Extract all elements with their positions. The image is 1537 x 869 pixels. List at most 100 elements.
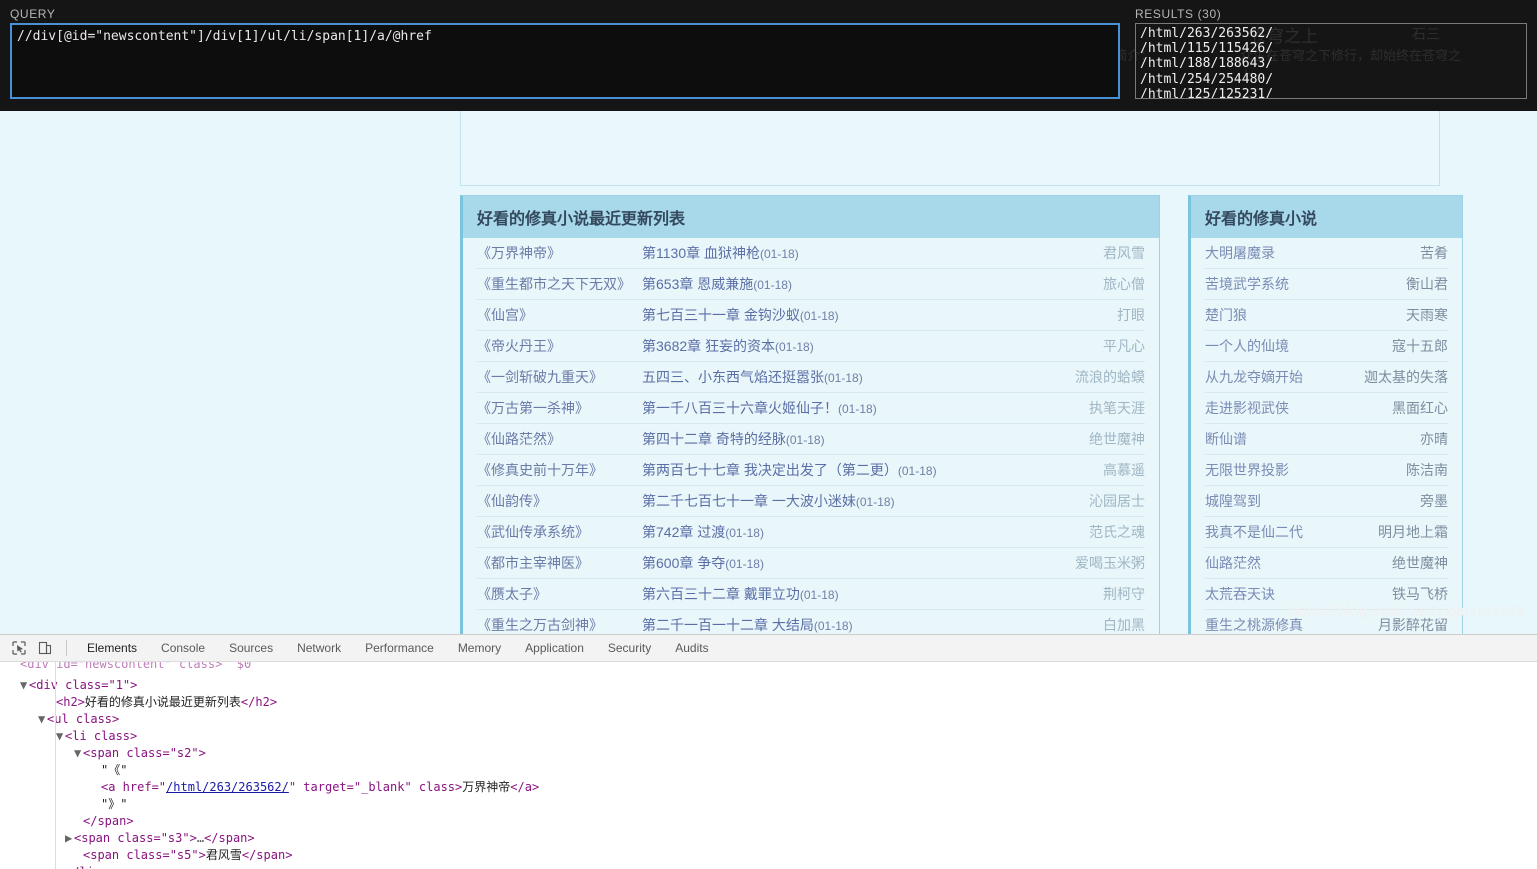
novel-update-row[interactable]: 《修真史前十万年》 第两百七十七章 我决定出发了（第二更）(01-18) 高慕遥 bbox=[477, 455, 1145, 486]
recommended-novel-row[interactable]: 走进影视武侠 黑面红心 bbox=[1205, 393, 1448, 424]
novel-title-link[interactable]: 《武仙传承系统》 bbox=[477, 522, 642, 542]
novel-title-link[interactable]: 《重生之万古剑神》 bbox=[477, 615, 642, 634]
devtools-tab-audits[interactable]: Audits bbox=[663, 635, 720, 661]
result-item[interactable]: /html/115/115426/ bbox=[1140, 41, 1522, 56]
devtools-tab-application[interactable]: Application bbox=[513, 635, 596, 661]
novel-update-row[interactable]: 《重生之万古剑神》 第二千一百一十二章 大结局(01-18) 白加黑 bbox=[477, 610, 1145, 634]
devtools-tab-sources[interactable]: Sources bbox=[217, 635, 285, 661]
recommended-novel-row[interactable]: 城隍驾到 旁墨 bbox=[1205, 486, 1448, 517]
recommended-novel-link[interactable]: 重生之桃源修真 bbox=[1205, 615, 1378, 634]
novel-chapter-link[interactable]: 第两百七十七章 我决定出发了（第二更） bbox=[642, 462, 898, 478]
novel-title-link[interactable]: 《万古第一杀神》 bbox=[477, 398, 642, 418]
novel-update-row[interactable]: 《重生都市之天下无双》 第653章 恩威兼施(01-18) 旅心僧 bbox=[477, 269, 1145, 300]
dom-line[interactable]: ▼ <li class> bbox=[20, 728, 1537, 745]
novel-title-link[interactable]: 《万界神帝》 bbox=[477, 243, 642, 263]
novel-chapter-link[interactable]: 第六百三十二章 戴罪立功 bbox=[642, 586, 800, 602]
recommended-novel-link[interactable]: 断仙谱 bbox=[1205, 429, 1420, 449]
novel-update-row[interactable]: 《仙路茫然》 第四十二章 奇特的经脉(01-18) 绝世魔神 bbox=[477, 424, 1145, 455]
inspect-element-icon[interactable] bbox=[6, 635, 32, 661]
recommended-novel-row[interactable]: 大明屠魔录 苦肴 bbox=[1205, 238, 1448, 269]
dom-line[interactable]: ▼ <span class="s2"> bbox=[20, 745, 1537, 762]
recommended-novel-row[interactable]: 重生之桃源修真 月影醉花留 bbox=[1205, 610, 1448, 634]
recommended-novel-row[interactable]: 无限世界投影 陈洁南 bbox=[1205, 455, 1448, 486]
recommended-novel-row[interactable]: 一个人的仙境 寇十五郎 bbox=[1205, 331, 1448, 362]
devtools-tab-memory[interactable]: Memory bbox=[446, 635, 513, 661]
novel-chapter-link[interactable]: 第二千七百七十一章 一大波小迷妹 bbox=[642, 493, 856, 509]
recommended-novel-author: 苦肴 bbox=[1420, 245, 1448, 261]
dom-line[interactable]: <h2>好看的修真小说最近更新列表</h2> bbox=[20, 694, 1537, 711]
devtools-tab-elements[interactable]: Elements bbox=[75, 635, 149, 661]
novel-chapter-link[interactable]: 第742章 过渡 bbox=[642, 524, 725, 540]
results-list[interactable]: /html/263/263562//html/115/115426//html/… bbox=[1135, 23, 1527, 99]
disclosure-triangle-icon[interactable]: ▼ bbox=[38, 711, 47, 728]
recommended-novel-link[interactable]: 苦境武学系统 bbox=[1205, 274, 1406, 294]
novel-title-link[interactable]: 《仙路茫然》 bbox=[477, 429, 642, 449]
recommended-novel-link[interactable]: 城隍驾到 bbox=[1205, 491, 1420, 511]
recommended-novel-row[interactable]: 苦境武学系统 衡山君 bbox=[1205, 269, 1448, 300]
devtools-tab-network[interactable]: Network bbox=[285, 635, 353, 661]
novel-update-row[interactable]: 《都市主宰神医》 第600章 争夺(01-18) 爱喝玉米粥 bbox=[477, 548, 1145, 579]
result-item[interactable]: /html/263/263562/ bbox=[1140, 26, 1522, 41]
disclosure-triangle-icon[interactable]: ▼ bbox=[56, 728, 65, 745]
devtools-tab-console[interactable]: Console bbox=[149, 635, 217, 661]
novel-title-link[interactable]: 《一剑斩破九重天》 bbox=[477, 367, 642, 387]
dom-tree-viewer[interactable]: <div id="newscontent" class> $0 ▼ <div cl… bbox=[0, 662, 1537, 869]
recommended-novel-row[interactable]: 从九龙夺嫡开始 迦太基的失落 bbox=[1205, 362, 1448, 393]
novel-chapter-link[interactable]: 五四三、小东西气焰还挺嚣张 bbox=[642, 369, 824, 385]
dom-line[interactable]: <a href="/html/263/263562/" target="_bla… bbox=[20, 779, 1537, 796]
dom-line[interactable]: ▼ <ul class> bbox=[20, 711, 1537, 728]
novel-update-row[interactable]: 《仙宫》 第七百三十一章 金钩沙蚁(01-18) 打眼 bbox=[477, 300, 1145, 331]
novel-title-link[interactable]: 《仙宫》 bbox=[477, 305, 642, 325]
novel-title-link[interactable]: 《重生都市之天下无双》 bbox=[477, 274, 642, 294]
toggle-device-toolbar-icon[interactable] bbox=[32, 635, 58, 661]
recommended-novel-link[interactable]: 无限世界投影 bbox=[1205, 460, 1406, 480]
novel-update-row[interactable]: 《万界神帝》 第1130章 血狱神枪(01-18) 君风雪 bbox=[477, 238, 1145, 269]
disclosure-triangle-icon[interactable]: ▼ bbox=[20, 677, 29, 694]
novel-title-link[interactable]: 《修真史前十万年》 bbox=[477, 460, 642, 480]
devtools-tab-security[interactable]: Security bbox=[596, 635, 663, 661]
dom-line[interactable]: <span class="s5">君风雪</span> bbox=[20, 847, 1537, 864]
novel-chapter-link[interactable]: 第四十二章 奇特的经脉 bbox=[642, 431, 786, 447]
recommended-novel-row[interactable]: 仙路茫然 绝世魔神 bbox=[1205, 548, 1448, 579]
recommended-novel-link[interactable]: 从九龙夺嫡开始 bbox=[1205, 367, 1364, 387]
novel-title-link[interactable]: 《都市主宰神医》 bbox=[477, 553, 642, 573]
dom-line[interactable]: ▶ <span class="s3">…</span> bbox=[20, 830, 1537, 847]
xpath-query-input[interactable]: //div[@id="newscontent"]/div[1]/ul/li/sp… bbox=[10, 23, 1120, 99]
novel-chapter-link[interactable]: 第653章 恩威兼施 bbox=[642, 276, 753, 292]
novel-chapter-link[interactable]: 第3682章 狂妄的资本 bbox=[642, 338, 775, 354]
disclosure-triangle-icon[interactable]: ▶ bbox=[65, 830, 74, 847]
recommended-novel-link[interactable]: 走进影视武侠 bbox=[1205, 398, 1392, 418]
novel-title-link[interactable]: 《帝火丹王》 bbox=[477, 336, 642, 356]
novel-chapter-link[interactable]: 第七百三十一章 金钩沙蚁 bbox=[642, 307, 800, 323]
novel-title-link[interactable]: 《仙韵传》 bbox=[477, 491, 642, 511]
novel-update-row[interactable]: 《万古第一杀神》 第一千八百三十六章火姬仙子！(01-18) 执笔天涯 bbox=[477, 393, 1145, 424]
novel-chapter-link[interactable]: 第一千八百三十六章火姬仙子！ bbox=[642, 400, 838, 416]
dom-line[interactable]: ▼ <div class="1"> bbox=[20, 677, 1537, 694]
result-item[interactable]: /html/125/125231/ bbox=[1140, 87, 1522, 98]
novel-update-row[interactable]: 《赝太子》 第六百三十二章 戴罪立功(01-18) 荆柯守 bbox=[477, 579, 1145, 610]
novel-update-row[interactable]: 《仙韵传》 第二千七百七十一章 一大波小迷妹(01-18) 沁园居士 bbox=[477, 486, 1145, 517]
dom-attr-href-value[interactable]: /html/263/263562/ bbox=[166, 780, 289, 794]
result-item[interactable]: /html/254/254480/ bbox=[1140, 72, 1522, 87]
recommended-novel-row[interactable]: 楚门狼 天雨寒 bbox=[1205, 300, 1448, 331]
recommended-novel-link[interactable]: 楚门狼 bbox=[1205, 305, 1406, 325]
novel-update-row[interactable]: 《一剑斩破九重天》 五四三、小东西气焰还挺嚣张(01-18) 流浪的蛤蟆 bbox=[477, 362, 1145, 393]
recommended-novel-link[interactable]: 我真不是仙二代 bbox=[1205, 522, 1378, 542]
novel-chapter-link[interactable]: 第二千一百一十二章 大结局 bbox=[642, 617, 814, 633]
recommended-novel-link[interactable]: 大明屠魔录 bbox=[1205, 243, 1420, 263]
result-item[interactable]: /html/188/188643/ bbox=[1140, 56, 1522, 71]
recommended-novel-row[interactable]: 我真不是仙二代 明月地上霜 bbox=[1205, 517, 1448, 548]
novel-chapter-link[interactable]: 第600章 争夺 bbox=[642, 555, 725, 571]
recommended-novel-link[interactable]: 一个人的仙境 bbox=[1205, 336, 1392, 356]
recommended-novel-link[interactable]: 仙路茫然 bbox=[1205, 553, 1392, 573]
recommended-novel-row[interactable]: 断仙谱 亦晴 bbox=[1205, 424, 1448, 455]
recommended-novel-row[interactable]: 太荒吞天诀 铁马飞桥 bbox=[1205, 579, 1448, 610]
novel-title-link[interactable]: 《赝太子》 bbox=[477, 584, 642, 604]
novel-chapter-link[interactable]: 第1130章 血狱神枪 bbox=[642, 245, 760, 261]
devtools-tab-performance[interactable]: Performance bbox=[353, 635, 446, 661]
disclosure-triangle-icon[interactable]: ▼ bbox=[74, 745, 83, 762]
novel-update-row[interactable]: 《帝火丹王》 第3682章 狂妄的资本(01-18) 平凡心 bbox=[477, 331, 1145, 362]
novel-update-row[interactable]: 《武仙传承系统》 第742章 过渡(01-18) 范氏之魂 bbox=[477, 517, 1145, 548]
recommended-novel-link[interactable]: 太荒吞天诀 bbox=[1205, 584, 1392, 604]
novel-author: 爱喝玉米粥 bbox=[1075, 555, 1145, 571]
